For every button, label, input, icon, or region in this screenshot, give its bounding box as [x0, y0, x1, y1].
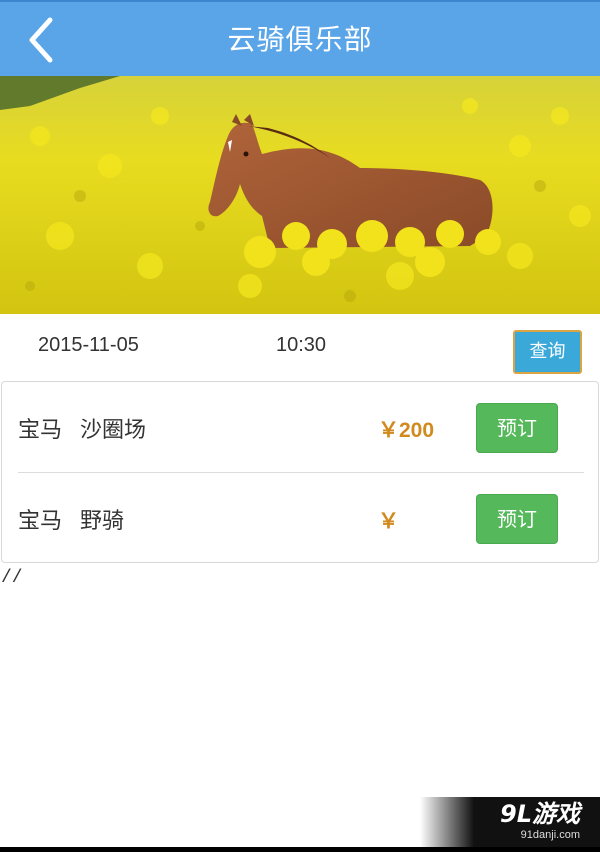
query-button[interactable]: 查询 [513, 330, 582, 374]
watermark-brand: 9L游戏 [500, 800, 580, 828]
time-field[interactable]: 10:30 [276, 334, 326, 357]
app-header: 云骑俱乐部 [0, 0, 600, 76]
venue-label: 沙圈场 [80, 418, 147, 443]
bottom-bar [0, 847, 600, 852]
stray-text: // [1, 568, 23, 588]
venue-label: 野骑 [80, 509, 125, 534]
item-name: 宝马 沙圈场 [18, 412, 146, 444]
booking-list: 宝马 沙圈场 ￥200 预订 宝马 野骑 ￥ 预订 [1, 381, 599, 563]
horse-label: 宝马 [18, 509, 63, 534]
item-name: 宝马 野骑 [18, 503, 124, 535]
price-label: ￥200 [378, 419, 435, 442]
watermark-url: 91danji.com [520, 829, 580, 841]
page-title: 云骑俱乐部 [227, 23, 373, 56]
list-item: 宝马 野骑 ￥ 预订 [2, 473, 598, 563]
book-button[interactable]: 预订 [476, 403, 558, 453]
watermark-logo: 9L游戏 91danji.com [420, 797, 600, 847]
banner-image [0, 76, 600, 314]
price-label: ￥ [378, 510, 399, 533]
query-bar: 2015-11-05 10:30 查询 [0, 314, 600, 380]
list-item: 宝马 沙圈场 ￥200 预订 [2, 382, 598, 472]
date-field[interactable]: 2015-11-05 [38, 334, 139, 357]
book-button[interactable]: 预订 [476, 494, 558, 544]
horse-label: 宝马 [18, 418, 63, 443]
